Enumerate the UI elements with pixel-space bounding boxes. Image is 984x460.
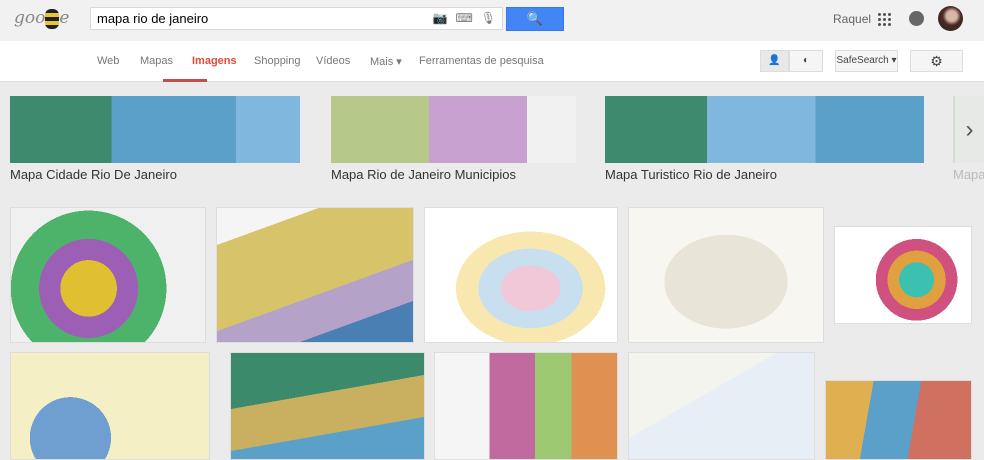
image-result[interactable] — [834, 226, 972, 324]
notifications-icon[interactable] — [909, 11, 924, 26]
chevron-right-icon[interactable]: › — [955, 96, 984, 163]
camera-icon[interactable]: 📷 — [432, 11, 447, 25]
image-result[interactable] — [628, 352, 815, 460]
global-results-button[interactable]: ◐ — [789, 50, 823, 72]
related-search-label[interactable]: Mapa Rio de Janeiro Municipios — [331, 167, 516, 182]
image-result[interactable] — [230, 352, 425, 460]
tab-mais[interactable]: Mais ▾ — [370, 55, 402, 68]
related-search-image[interactable] — [605, 96, 924, 163]
tab-web[interactable]: Web — [97, 55, 119, 67]
related-search-image[interactable] — [331, 96, 576, 163]
search-button[interactable]: 🔍 — [506, 7, 564, 31]
image-result[interactable] — [434, 352, 618, 460]
image-result[interactable] — [10, 207, 206, 343]
image-result[interactable] — [628, 207, 824, 343]
related-search-label[interactable]: Mapa Turistico Rio de Janeiro — [605, 167, 777, 182]
settings-button[interactable]: ⚙ — [910, 50, 963, 72]
image-result[interactable] — [10, 352, 210, 460]
related-search-label[interactable]: Mapa — [953, 167, 984, 182]
gear-icon: ⚙ — [930, 53, 943, 69]
globe-icon: ◐ — [802, 55, 810, 66]
microphone-icon[interactable]: 🎙 — [481, 11, 496, 25]
search-box[interactable]: 📷 ⌨ 🎙 — [90, 7, 503, 30]
tab-mapas[interactable]: Mapas — [140, 55, 173, 67]
search-input[interactable] — [91, 8, 451, 29]
google-doodle-logo[interactable]: goo e — [14, 8, 69, 29]
personal-results-button[interactable]: 👤 — [760, 50, 789, 72]
avatar[interactable] — [938, 6, 963, 31]
tab-ferramentas[interactable]: Ferramentas de pesquisa — [419, 55, 544, 67]
safesearch-button[interactable]: SafeSearch ▾ — [835, 50, 898, 72]
top-bar: gooe 📷 ⌨ 🎙 🔍 Raquel — [0, 0, 984, 41]
tab-shopping[interactable]: Shopping — [254, 55, 301, 67]
tab-videos[interactable]: Vídeos — [316, 55, 350, 67]
image-result[interactable] — [825, 380, 972, 460]
user-name[interactable]: Raquel — [833, 12, 871, 26]
nav-bar: Web Mapas Imagens Shopping Vídeos Mais ▾… — [0, 41, 984, 82]
apps-grid-icon[interactable] — [877, 12, 891, 26]
image-result[interactable] — [216, 207, 414, 343]
image-result[interactable] — [424, 207, 618, 343]
person-icon: 👤 — [768, 55, 781, 66]
tab-imagens[interactable]: Imagens — [192, 55, 237, 67]
active-tab-underline — [163, 79, 207, 82]
search-icon: 🔍 — [526, 11, 544, 26]
related-search-label[interactable]: Mapa Cidade Rio De Janeiro — [10, 167, 177, 182]
related-search-image[interactable] — [10, 96, 300, 163]
keyboard-icon[interactable]: ⌨ — [455, 11, 472, 25]
